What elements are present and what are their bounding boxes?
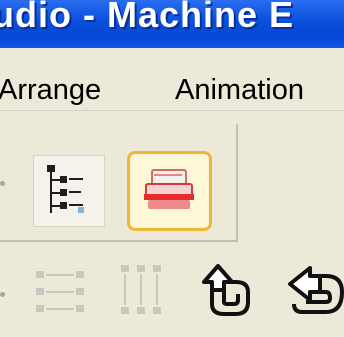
- tree-view-icon: [47, 165, 84, 213]
- print-preview-button[interactable]: [127, 151, 212, 231]
- print-preview-icon: [144, 169, 194, 209]
- title-bar[interactable]: udio - Machine E: [0, 0, 344, 48]
- menu-item-arrange[interactable]: Arrange: [0, 74, 101, 107]
- tree-view-button[interactable]: [33, 155, 105, 227]
- redo-icon[interactable]: [282, 262, 344, 318]
- undo-icon[interactable]: [198, 260, 252, 320]
- toolbar-grip[interactable]: [0, 181, 5, 186]
- toolbar2-grip[interactable]: [0, 292, 5, 297]
- align-columns-icon[interactable]: [117, 263, 165, 317]
- window-title: udio - Machine E: [0, 0, 295, 35]
- menu-item-animation[interactable]: Animation: [175, 74, 304, 107]
- align-rows-icon[interactable]: [34, 267, 88, 317]
